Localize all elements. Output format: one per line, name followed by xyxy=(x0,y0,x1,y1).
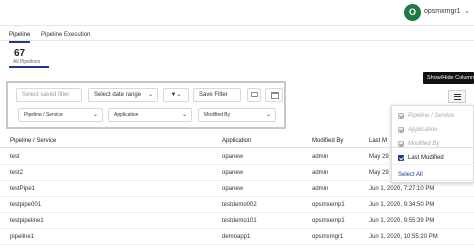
eraser-icon xyxy=(251,92,258,97)
column-header-modified-by[interactable]: Modified By xyxy=(312,138,343,144)
table-row[interactable]: test2 opanew admin May 29 xyxy=(0,165,474,181)
date-range-label: Select date range xyxy=(94,92,142,98)
columns-tooltip: Show/Hide Columns xyxy=(423,72,474,84)
top-bar: O opsmxmgr1 ⌄ xyxy=(0,0,474,26)
cell-application: demoapp1 xyxy=(222,234,251,240)
cell-application: opanew xyxy=(222,186,244,192)
menu-icon xyxy=(454,94,461,100)
filter-panel: Select saved filter Select date range ⌄ … xyxy=(6,81,286,129)
filter-type-button[interactable]: ▼⌄ xyxy=(163,88,189,102)
cell-pipeline: testpipeline1 xyxy=(10,218,44,224)
application-filter-label: Application xyxy=(114,112,139,118)
avatar[interactable]: O xyxy=(404,4,421,21)
cell-modified-by: opsmxemp1 xyxy=(312,202,345,208)
table-row[interactable]: test opanew admin May 29 xyxy=(0,149,474,165)
cell-last-modified: Jun 1, 2020, 9:55:39 PM xyxy=(369,218,435,224)
cell-application: opanew xyxy=(222,170,244,176)
cell-modified-by: opsmxmgr1 xyxy=(312,234,344,240)
column-header-pipeline-service[interactable]: Pipeline / Service xyxy=(10,138,56,144)
pipeline-service-filter[interactable]: Pipeline / Service ⌄ xyxy=(18,108,103,122)
pipeline-service-filter-label: Pipeline / Service xyxy=(24,112,63,118)
tab-bar: Pipeline Pipeline Execution xyxy=(0,30,474,43)
cell-last-modified: May 29 xyxy=(369,154,389,160)
cell-application: testdemo002 xyxy=(222,202,257,208)
pipeline-count-label: All Pipelines xyxy=(13,59,41,65)
save-filter-label: Save Filter xyxy=(199,92,228,98)
show-hide-columns-button[interactable] xyxy=(448,90,466,103)
cell-application: opanew xyxy=(222,154,244,160)
save-filter-button[interactable]: Save Filter xyxy=(193,88,241,102)
saved-filter-placeholder: Select saved filter xyxy=(22,92,70,98)
application-filter[interactable]: Application ⌄ xyxy=(108,108,192,122)
table-row[interactable]: pipeline1 demoapp1 opsmxmgr1 Jun 1, 2020… xyxy=(0,229,474,245)
table-header: Pipeline / Service Application Modified … xyxy=(0,136,474,148)
saved-filter-select[interactable]: Select saved filter xyxy=(16,88,82,102)
chevron-down-icon: ⌄ xyxy=(181,112,187,118)
column-header-application[interactable]: Application xyxy=(222,138,251,144)
cell-last-modified: Jun 1, 2020, 10:55:20 PM xyxy=(369,234,438,240)
calendar-button[interactable] xyxy=(265,88,283,102)
chevron-down-icon[interactable]: ⌄ xyxy=(464,7,470,15)
cell-last-modified: Jun 1, 2020, 7:27:10 PM xyxy=(369,186,435,192)
checkbox xyxy=(398,127,404,133)
modified-by-filter-label: Modified By xyxy=(204,112,231,118)
table-row[interactable]: testPipe1 opanew admin Jun 1, 2020, 7:27… xyxy=(0,181,474,197)
calendar-icon xyxy=(271,92,279,99)
count-active-indicator xyxy=(9,66,49,68)
table-row[interactable]: testpipeline1 testdemo101 opsmxemp1 Jun … xyxy=(0,213,474,229)
tab-pipeline[interactable]: Pipeline xyxy=(9,30,31,43)
chevron-down-icon: ⌄ xyxy=(265,112,271,118)
date-range-select[interactable]: Select date range ⌄ xyxy=(88,88,158,102)
checkbox xyxy=(398,113,404,119)
cell-pipeline: test xyxy=(10,154,20,160)
cell-last-modified: May 29 xyxy=(369,170,389,176)
cell-last-modified: Jun 1, 2020, 9:34:50 PM xyxy=(369,202,435,208)
username[interactable]: opsmxmgr1 xyxy=(424,8,461,15)
column-option-application: Application xyxy=(398,126,437,134)
modified-by-filter[interactable]: Modified By ⌄ xyxy=(198,108,276,122)
column-option-pipeline-service: Pipeline / Service xyxy=(398,112,454,120)
cell-pipeline: testpipe001 xyxy=(10,202,42,208)
clear-filter-button[interactable] xyxy=(247,88,261,102)
cell-pipeline: pipeline1 xyxy=(10,234,35,240)
cell-modified-by: opsmxemp1 xyxy=(312,218,345,224)
chevron-down-icon: ⌄ xyxy=(92,112,98,118)
cell-modified-by: admin xyxy=(312,154,329,160)
column-header-last-modified[interactable]: Last M xyxy=(369,138,387,144)
tab-pipeline-execution[interactable]: Pipeline Execution xyxy=(41,30,90,41)
cell-modified-by: admin xyxy=(312,170,329,176)
pipeline-count: 67 xyxy=(14,48,26,59)
cell-pipeline: testPipe1 xyxy=(10,186,36,192)
cell-application: testdemo101 xyxy=(222,218,257,224)
filter-icon: ▼⌄ xyxy=(170,92,182,98)
cell-modified-by: admin xyxy=(312,186,329,192)
cell-pipeline: test2 xyxy=(10,170,24,176)
chevron-down-icon: ⌄ xyxy=(147,92,153,98)
table-row[interactable]: testpipe001 testdemo002 opsmxemp1 Jun 1,… xyxy=(0,197,474,213)
